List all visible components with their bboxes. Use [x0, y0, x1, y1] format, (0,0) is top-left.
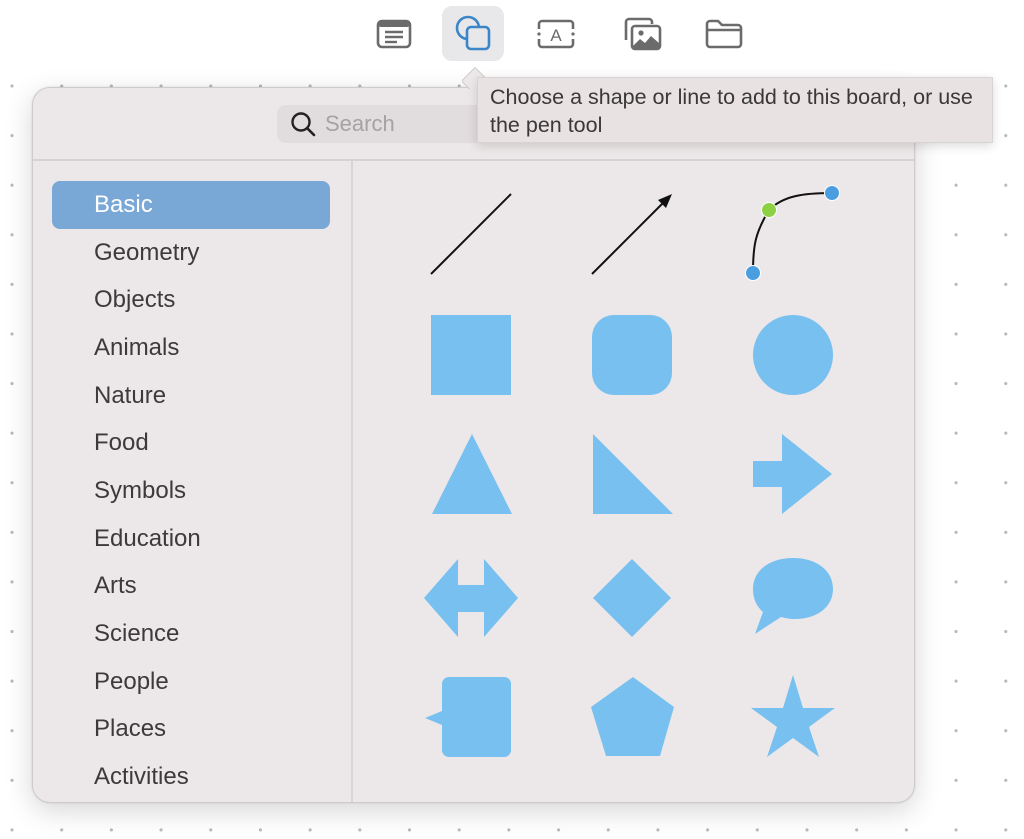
category-sidebar: Basic Geometry Objects Animals Nature Fo…: [33, 161, 351, 802]
shape-circle[interactable]: [733, 306, 853, 416]
pen-endpoint: [745, 265, 761, 281]
category-label: Science: [94, 620, 180, 648]
category-label: Nature: [94, 381, 167, 409]
shape-pentagon[interactable]: [572, 668, 692, 778]
photos-icon: [624, 17, 662, 50]
shape-triangle[interactable]: [411, 427, 531, 537]
rounded-square-icon: [592, 315, 672, 395]
text-button[interactable]: A: [525, 6, 587, 61]
shape-right-triangle[interactable]: [572, 427, 692, 537]
text-block-icon: [376, 19, 412, 48]
double-arrow-icon: [424, 559, 518, 637]
shape-grid: [353, 161, 914, 802]
category-label: Food: [94, 429, 149, 457]
category-label: Arts: [94, 572, 137, 600]
arrow-line-icon: [591, 194, 672, 275]
category-label: Symbols: [94, 476, 187, 504]
category-item-nature[interactable]: Nature: [52, 372, 330, 420]
category-label: Places: [94, 715, 167, 743]
shape-line[interactable]: [411, 186, 531, 296]
shape-square[interactable]: [411, 306, 531, 416]
category-label: Objects: [94, 286, 176, 314]
text-box-button[interactable]: [363, 6, 425, 61]
pen-curve-icon: [745, 185, 840, 281]
category-item-arts[interactable]: Arts: [52, 563, 330, 611]
svg-text:A: A: [550, 26, 562, 45]
shapes-popover: Basic Geometry Objects Animals Nature Fo…: [32, 87, 915, 803]
files-button[interactable]: [693, 6, 755, 61]
right-triangle-icon: [593, 434, 673, 514]
category-label: Education: [94, 524, 201, 552]
category-label: Activities: [94, 763, 189, 791]
line-icon: [430, 193, 512, 275]
shape-pen-curve[interactable]: [733, 185, 853, 296]
shape-rounded-square[interactable]: [572, 306, 692, 416]
category-item-symbols[interactable]: Symbols: [52, 467, 330, 515]
folder-icon: [705, 19, 743, 48]
category-item-activities[interactable]: Activities: [52, 753, 330, 801]
category-item-education[interactable]: Education: [52, 515, 330, 563]
diamond-icon: [593, 559, 671, 637]
category-item-geometry[interactable]: Geometry: [52, 229, 330, 277]
category-label: Geometry: [94, 238, 200, 266]
star-icon: [751, 675, 835, 757]
triangle-icon: [432, 434, 512, 514]
shape-double-arrow[interactable]: [411, 547, 531, 657]
pen-control-point: [761, 202, 777, 218]
search-icon: [291, 112, 316, 137]
toolbar: A: [0, 0, 1024, 68]
shape-diamond[interactable]: [572, 547, 692, 657]
shape-arrow-right[interactable]: [733, 427, 853, 537]
circle-icon: [753, 315, 833, 395]
shapes-button[interactable]: [442, 6, 504, 61]
shape-arrow-line[interactable]: [572, 186, 692, 296]
speech-bubble-icon: [753, 558, 833, 634]
category-item-places[interactable]: Places: [52, 706, 330, 754]
category-item-basic[interactable]: Basic: [52, 181, 330, 229]
category-item-animals[interactable]: Animals: [52, 324, 330, 372]
square-icon: [431, 315, 511, 395]
shape-callout-square[interactable]: [411, 668, 531, 778]
category-label: Basic: [94, 190, 153, 218]
shape-speech-bubble[interactable]: [733, 547, 853, 657]
tooltip: Choose a shape or line to add to this bo…: [477, 77, 993, 143]
pen-endpoint: [824, 185, 840, 201]
category-label: Animals: [94, 333, 180, 361]
category-item-people[interactable]: People: [52, 658, 330, 706]
category-item-objects[interactable]: Objects: [52, 276, 330, 324]
arrow-right-icon: [753, 434, 832, 514]
callout-square-icon: [425, 677, 511, 757]
category-item-science[interactable]: Science: [52, 610, 330, 658]
shapes-icon: [455, 15, 491, 50]
shape-star[interactable]: [733, 668, 853, 778]
category-item-food[interactable]: Food: [52, 419, 330, 467]
text-frame-icon: A: [537, 19, 575, 48]
media-button[interactable]: [611, 6, 673, 61]
category-label: People: [94, 667, 169, 695]
pentagon-icon: [591, 677, 674, 756]
